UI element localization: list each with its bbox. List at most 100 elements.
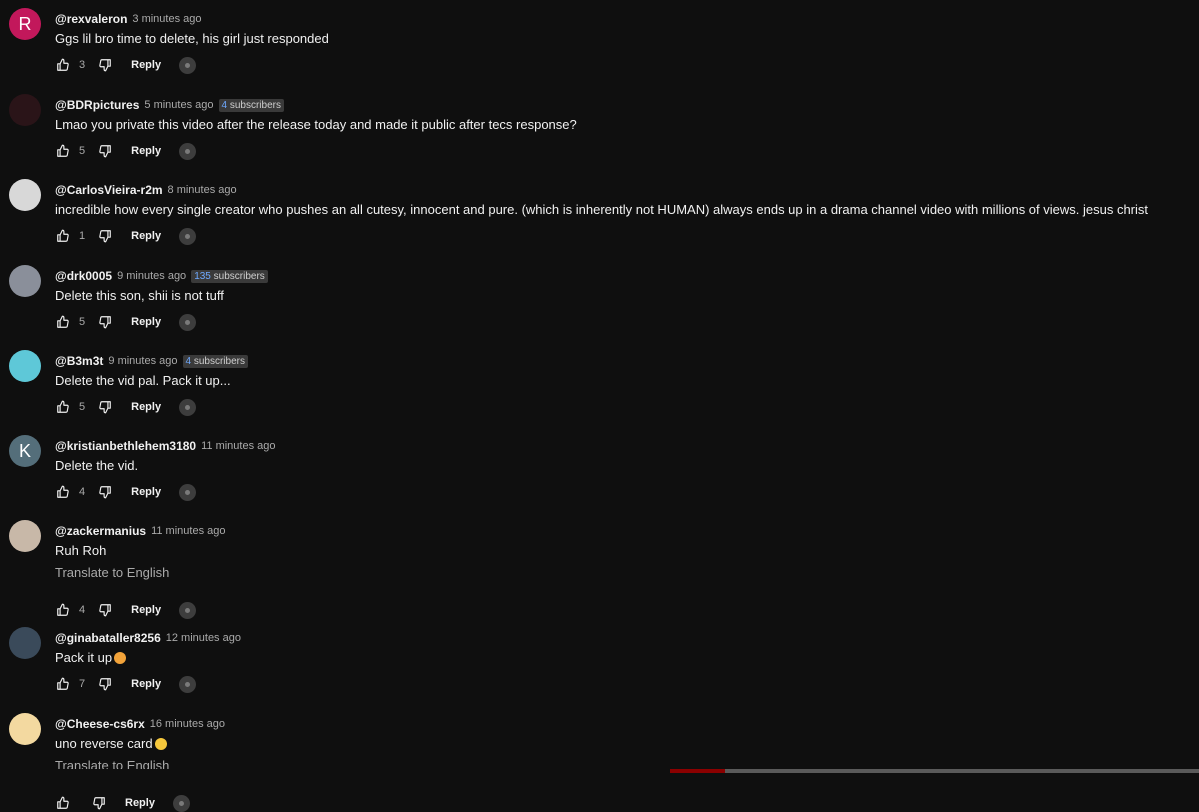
- comment-timestamp[interactable]: 8 minutes ago: [168, 184, 237, 196]
- comment-text: Ruh Roh: [55, 543, 106, 558]
- like-icon[interactable]: [55, 676, 71, 692]
- comment-timestamp[interactable]: 16 minutes ago: [150, 718, 225, 730]
- dislike-icon[interactable]: [97, 228, 113, 244]
- creator-heart-icon[interactable]: [179, 313, 197, 331]
- reply-button[interactable]: Reply: [131, 401, 161, 413]
- avatar[interactable]: [9, 265, 41, 297]
- comment-text-content: Ruh Roh: [55, 543, 107, 558]
- comment-header: @B3m3t 9 minutes ago 4 subscribers: [55, 353, 248, 369]
- like-icon[interactable]: [55, 57, 71, 73]
- comment-author[interactable]: @Cheese-cs6rx: [55, 717, 145, 731]
- comment-actions: 4 Reply: [55, 601, 197, 619]
- dislike-icon[interactable]: [97, 399, 113, 415]
- comment-text-content: Ggs lil bro time to delete, his girl jus…: [55, 31, 329, 46]
- dislike-icon[interactable]: [97, 143, 113, 159]
- comment-actions: 5 Reply: [55, 398, 197, 416]
- wink-emoji-icon: [114, 652, 127, 664]
- comment-author[interactable]: @rexvaleron: [55, 12, 127, 26]
- reply-button[interactable]: Reply: [125, 797, 155, 809]
- comment-text: Lmao you private this video after the re…: [55, 117, 577, 132]
- comment-actions: 7 Reply: [55, 675, 197, 693]
- reply-button[interactable]: Reply: [131, 604, 161, 616]
- comment-author[interactable]: @B3m3t: [55, 354, 103, 368]
- avatar[interactable]: [9, 520, 41, 552]
- comment-actions: 5 Reply: [55, 313, 197, 331]
- creator-heart-icon[interactable]: [179, 398, 197, 416]
- reply-button[interactable]: Reply: [131, 145, 161, 157]
- reply-button[interactable]: Reply: [131, 678, 161, 690]
- comment-timestamp[interactable]: 5 minutes ago: [144, 99, 213, 111]
- comment-author[interactable]: @CarlosVieira-r2m: [55, 183, 163, 197]
- creator-heart-icon[interactable]: [179, 227, 197, 245]
- comment-text-content: incredible how every single creator who …: [55, 202, 1149, 217]
- dislike-icon[interactable]: [97, 602, 113, 618]
- comment-actions: 1 Reply: [55, 227, 197, 245]
- like-icon[interactable]: [55, 399, 71, 415]
- creator-heart-icon[interactable]: [179, 601, 197, 619]
- comment-text: Pack it up: [55, 650, 127, 665]
- reply-button[interactable]: Reply: [131, 59, 161, 71]
- comment-author[interactable]: @ginabataller8256: [55, 631, 161, 645]
- creator-heart-icon[interactable]: [179, 675, 197, 693]
- like-icon[interactable]: [55, 143, 71, 159]
- comment-timestamp[interactable]: 9 minutes ago: [117, 270, 186, 282]
- dislike-icon[interactable]: [97, 57, 113, 73]
- laugh-emoji-icon: [154, 738, 167, 750]
- creator-heart-icon[interactable]: [179, 142, 197, 160]
- comment-header: @rexvaleron 3 minutes ago: [55, 11, 202, 27]
- comment-header: @BDRpictures 5 minutes ago 4 subscribers: [55, 97, 284, 113]
- comment-timestamp[interactable]: 3 minutes ago: [132, 13, 201, 25]
- like-icon[interactable]: [55, 228, 71, 244]
- avatar[interactable]: [9, 350, 41, 382]
- avatar[interactable]: [9, 179, 41, 211]
- like-count: 7: [79, 678, 86, 690]
- comment-author[interactable]: @zackermanius: [55, 524, 146, 538]
- dislike-icon[interactable]: [91, 795, 107, 811]
- comment-header: @drk0005 9 minutes ago 135 subscribers: [55, 268, 268, 284]
- avatar[interactable]: [9, 627, 41, 659]
- creator-heart-icon[interactable]: [172, 794, 190, 812]
- comment-text-content: Delete the vid.: [55, 458, 139, 473]
- comment-actions: 5 Reply: [55, 142, 197, 160]
- like-icon[interactable]: [55, 795, 71, 811]
- comment-author[interactable]: @BDRpictures: [55, 98, 139, 112]
- dislike-icon[interactable]: [97, 484, 113, 500]
- comment-author[interactable]: @drk0005: [55, 269, 112, 283]
- comment-author[interactable]: @kristianbethlehem3180: [55, 439, 196, 453]
- like-icon[interactable]: [55, 314, 71, 330]
- like-icon[interactable]: [55, 484, 71, 500]
- creator-heart-icon[interactable]: [179, 56, 197, 74]
- avatar[interactable]: [9, 713, 41, 745]
- like-count: 3: [79, 59, 86, 71]
- like-count: 5: [79, 401, 86, 413]
- like-count: 5: [79, 145, 86, 157]
- dislike-icon[interactable]: [97, 314, 113, 330]
- comment-timestamp[interactable]: 12 minutes ago: [166, 632, 241, 644]
- dislike-icon[interactable]: [97, 676, 113, 692]
- subscriber-label: subscribers: [193, 355, 245, 367]
- comment-header: @CarlosVieira-r2m 8 minutes ago: [55, 182, 237, 198]
- avatar[interactable]: K: [9, 435, 41, 467]
- reply-button[interactable]: Reply: [131, 486, 161, 498]
- subscriber-count: 4: [221, 99, 228, 111]
- comment-text-content: Pack it up: [55, 650, 113, 665]
- subscriber-count: 135: [194, 270, 211, 282]
- comment-header: @zackermanius 11 minutes ago: [55, 523, 225, 539]
- avatar-letter: K: [18, 441, 31, 461]
- like-icon[interactable]: [55, 602, 71, 618]
- comment-timestamp[interactable]: 11 minutes ago: [201, 440, 275, 452]
- reply-button[interactable]: Reply: [131, 230, 161, 242]
- avatar[interactable]: [9, 94, 41, 126]
- subscriber-count: 4: [185, 355, 192, 367]
- comment-timestamp[interactable]: 9 minutes ago: [108, 355, 177, 367]
- creator-heart-icon[interactable]: [179, 483, 197, 501]
- reply-button[interactable]: Reply: [131, 316, 161, 328]
- comment-header: @kristianbethlehem3180 11 minutes ago: [55, 438, 276, 454]
- translate-link[interactable]: Translate to English: [55, 565, 169, 580]
- like-count: 1: [79, 230, 86, 242]
- avatar[interactable]: R: [9, 8, 41, 40]
- comment-text: incredible how every single creator who …: [55, 202, 1148, 217]
- comment-text-content: uno reverse card: [55, 736, 153, 751]
- comment-timestamp[interactable]: 11 minutes ago: [151, 525, 225, 537]
- comment-actions: Reply: [55, 794, 190, 812]
